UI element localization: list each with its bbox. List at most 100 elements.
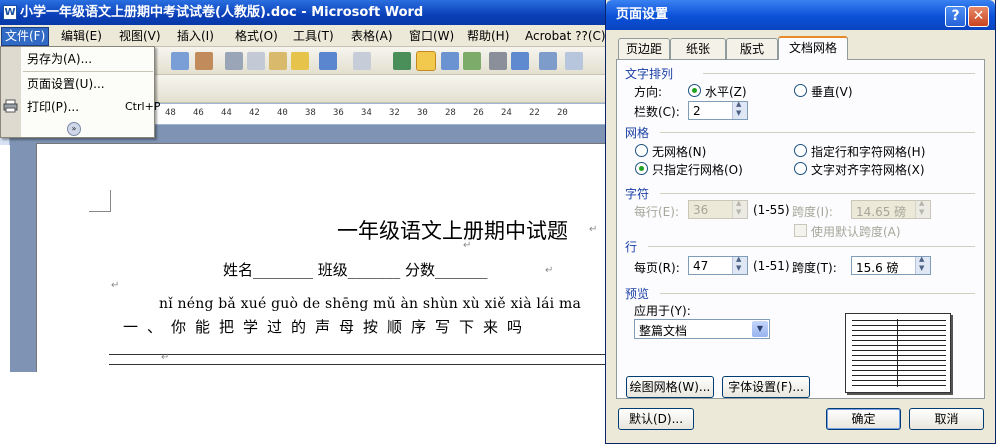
chars-per-line-range: (1-55) (753, 203, 790, 217)
word-title-bar: W 小学一年级语文上册期中考试试卷(人教版).doc - Microsoft W… (0, 0, 605, 25)
question-one: 一、你能把学过的声母按顺序写下来吗 (123, 318, 532, 336)
spelling-icon[interactable] (171, 52, 189, 70)
apply-to-select[interactable]: 整篇文档 ▼ (634, 319, 770, 339)
insert-excel-icon[interactable] (463, 52, 481, 70)
default-button[interactable]: 默认(D)... (618, 408, 694, 430)
line-pitch-label: 跨度(T): (792, 261, 837, 275)
font-settings-button[interactable]: 字体设置(F)... (722, 376, 810, 398)
group-divider (660, 193, 975, 194)
line-and-char-grid-label[interactable]: 指定行和字符网格(H) (811, 143, 925, 160)
ruler-number: 22 (529, 108, 540, 118)
menu-item-print[interactable]: 打印(P)... Ctrl+P (27, 97, 160, 117)
default-pitch-label: 使用默认跨度(A) (811, 225, 901, 239)
direction-vertical-radio[interactable] (794, 84, 807, 97)
menu-item-save-as[interactable]: 另存为(A)... (27, 49, 92, 69)
menu-item-label: 打印(P)... (27, 100, 80, 114)
menu-acrobat[interactable]: Acrobat ??(C) (522, 28, 605, 45)
paste-icon[interactable] (269, 52, 287, 70)
standard-toolbar (155, 47, 605, 75)
spinner-arrows-icon[interactable] (732, 199, 747, 218)
show-hide-icon[interactable] (565, 52, 583, 70)
document-map-icon[interactable] (539, 52, 557, 70)
lines-per-page-value: 47 (693, 259, 709, 273)
line-grid-only-label[interactable]: 只指定行网格(O) (652, 161, 743, 178)
default-pitch-checkbox[interactable] (794, 224, 807, 237)
lines-per-page-label: 每页(R): (634, 261, 680, 275)
tab-document-grid[interactable]: 文档网格 (778, 36, 848, 60)
file-menu-dropdown: 另存为(A)... 页面设置(U)... 打印(P)... Ctrl+P » (0, 46, 160, 138)
line-pitch-spinner[interactable]: 15.6 磅 (851, 255, 931, 275)
cut-icon[interactable] (225, 52, 243, 70)
tables-borders-icon[interactable] (416, 51, 436, 71)
paragraph-mark: ↵ (463, 240, 472, 251)
lines-per-page-spinner[interactable]: 47 (688, 255, 748, 275)
research-icon[interactable] (195, 52, 213, 70)
no-grid-label[interactable]: 无网格(N) (652, 143, 706, 160)
preview-line (852, 345, 946, 346)
direction-horizontal-label[interactable]: 水平(Z) (705, 83, 747, 100)
ruler-number: 26 (473, 108, 484, 118)
chevron-down-icon[interactable]: ▼ (752, 321, 768, 337)
tab-layout[interactable]: 版式 (726, 38, 778, 59)
lines-group-label: 行 (625, 240, 638, 254)
answer-line (109, 354, 605, 355)
chars-per-line-value: 36 (693, 203, 709, 217)
chars-per-line-label: 每行(E): (634, 205, 679, 219)
columns-spinner[interactable]: 2 (688, 100, 748, 120)
copy-icon[interactable] (247, 52, 265, 70)
menu-insert[interactable]: 插入(I) (174, 28, 217, 45)
preview-line (852, 335, 946, 336)
format-painter-icon[interactable] (291, 52, 309, 70)
undo-icon[interactable] (319, 52, 337, 70)
close-icon[interactable]: ✕ (968, 6, 989, 27)
text-direction-group-label: 文字排列 (625, 67, 674, 81)
ruler-number: 20 (557, 108, 568, 118)
spinner-arrows-icon[interactable] (915, 199, 930, 218)
ok-button[interactable]: 确定 (826, 408, 901, 430)
menu-item-shortcut: Ctrl+P (125, 100, 161, 113)
grid-group-label: 网格 (625, 126, 650, 140)
menu-window[interactable]: 窗口(W) (406, 28, 457, 45)
spinner-arrows-icon[interactable] (732, 100, 747, 119)
word-window: W 小学一年级语文上册期中考试试卷(人教版).doc - Microsoft W… (0, 0, 605, 372)
redo-icon[interactable] (353, 52, 371, 70)
spinner-arrows-icon[interactable] (732, 255, 747, 274)
preview-column-divider (897, 319, 898, 387)
draw-grid-button[interactable]: 绘图网格(W)... (626, 376, 714, 398)
insert-table-icon[interactable] (441, 52, 459, 70)
document-page[interactable]: 一年级语文上册期中试题 ↵ ↵ 姓名________ 班级_______ 分数_… (36, 143, 605, 372)
tab-margins[interactable]: 页边距 (618, 38, 670, 59)
menu-item-page-setup[interactable]: 页面设置(U)... (27, 74, 105, 94)
direction-horizontal-radio[interactable] (688, 84, 701, 97)
tab-paper[interactable]: 纸张 (670, 38, 726, 59)
snap-to-char-grid-label[interactable]: 文字对齐字符网格(X) (811, 161, 925, 178)
group-divider (660, 132, 975, 133)
menu-icon-strip (1, 47, 21, 137)
menu-file[interactable]: 文件(F) (1, 27, 50, 46)
menu-help[interactable]: 帮助(H) (464, 28, 512, 45)
char-pitch-spinner[interactable]: 14.65 磅 (851, 199, 931, 219)
menu-view[interactable]: 视图(V) (116, 28, 164, 45)
chars-per-line-spinner[interactable]: 36 (688, 199, 748, 219)
group-divider (660, 293, 975, 294)
document-heading: 一年级语文上册期中试题 (337, 219, 568, 243)
spinner-arrows-icon[interactable] (915, 255, 930, 274)
ruler-number: 34 (361, 108, 372, 118)
paragraph-mark: ↵ (161, 352, 170, 363)
line-and-char-grid-radio[interactable] (794, 144, 807, 157)
menu-tools[interactable]: 工具(T) (290, 28, 337, 45)
snap-to-char-grid-radio[interactable] (794, 162, 807, 175)
cancel-button[interactable]: 取消 (909, 408, 984, 430)
hyperlink-icon[interactable] (393, 52, 411, 70)
menu-edit[interactable]: 编辑(E) (58, 28, 105, 45)
line-grid-only-radio[interactable] (635, 162, 648, 175)
expand-menu-chevron-icon[interactable]: » (67, 122, 81, 136)
columns-icon[interactable] (489, 52, 507, 70)
no-grid-radio[interactable] (635, 144, 648, 157)
drawing-icon[interactable] (511, 52, 529, 70)
direction-vertical-label[interactable]: 垂直(V) (811, 83, 853, 100)
ruler-number: 42 (249, 108, 260, 118)
help-icon[interactable]: ? (945, 6, 966, 27)
menu-table[interactable]: 表格(A) (348, 28, 396, 45)
menu-format[interactable]: 格式(O) (232, 28, 281, 45)
